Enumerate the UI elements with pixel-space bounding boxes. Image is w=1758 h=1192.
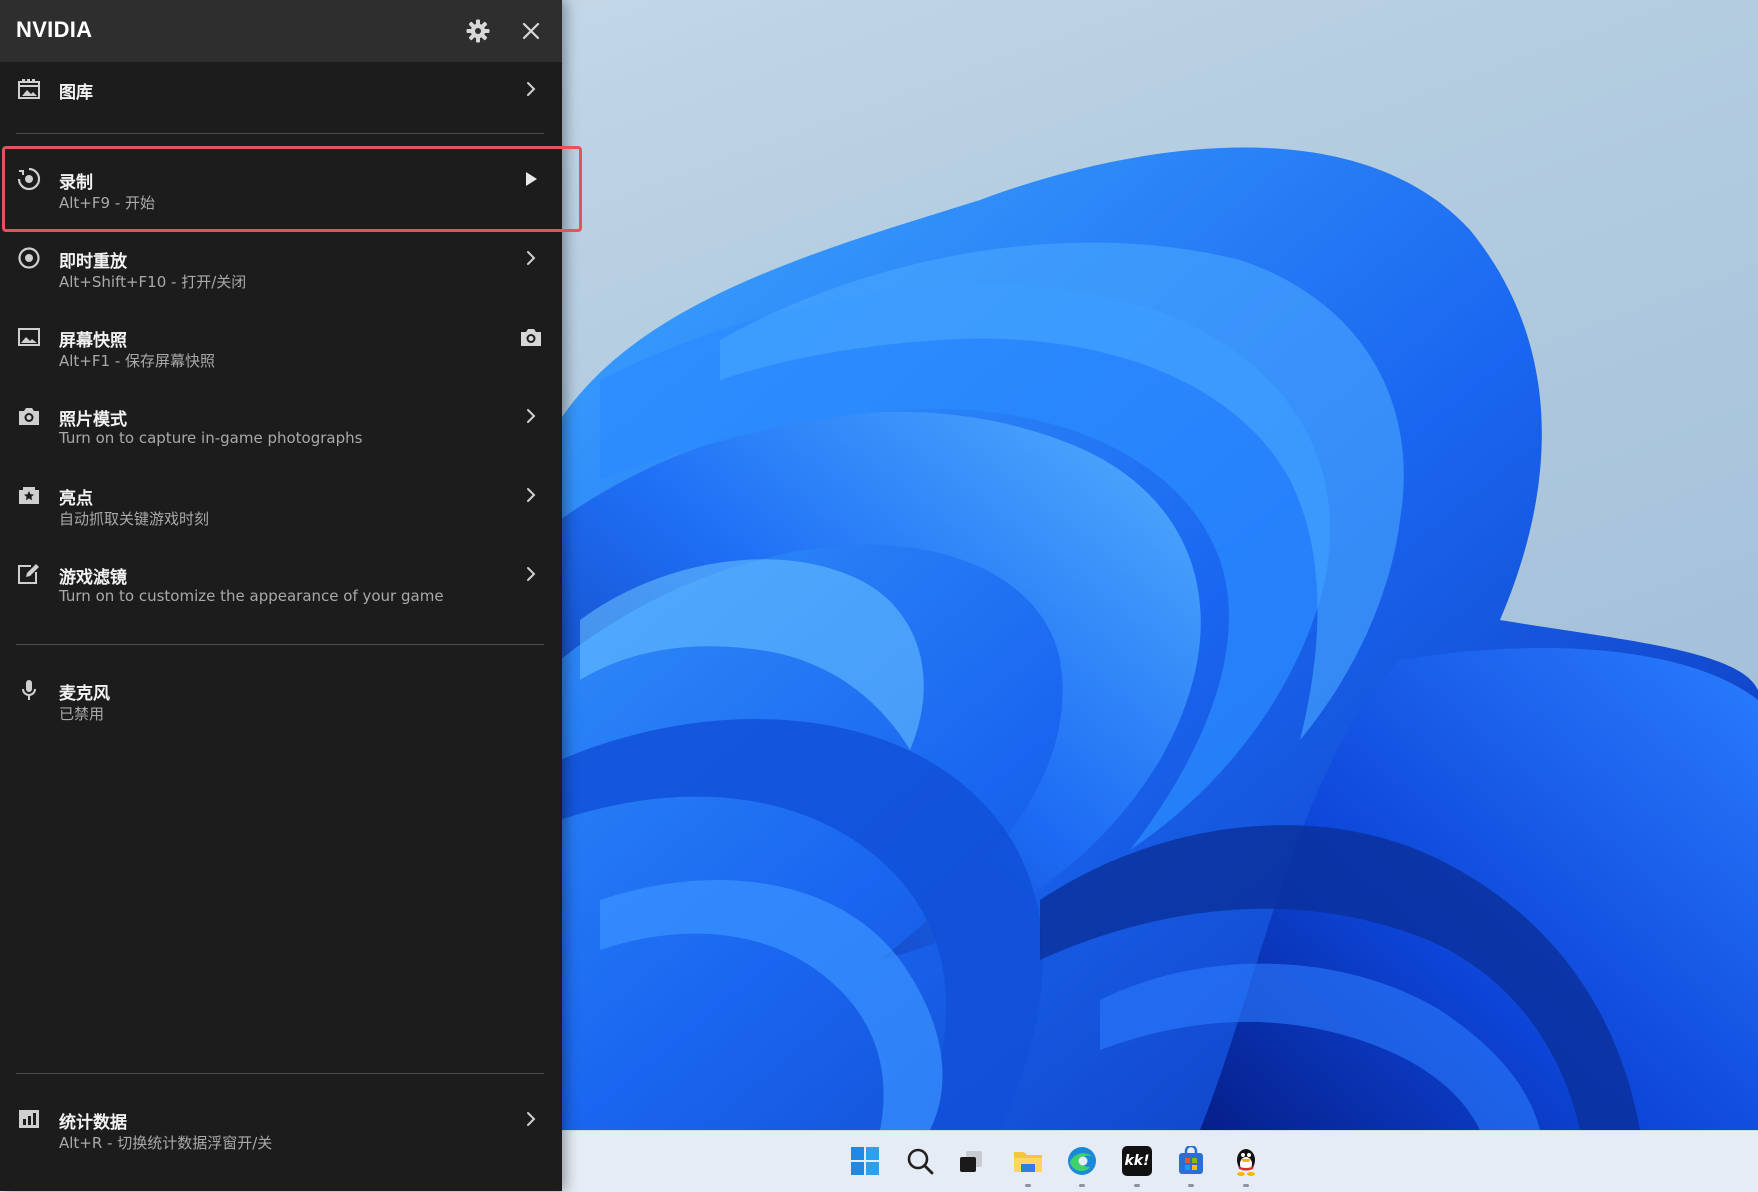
menu-item-subtitle: Alt+F1 - 保存屏幕快照: [59, 352, 215, 370]
qq-penguin-icon: [1237, 1149, 1255, 1176]
menu-item-title: 屏幕快照: [59, 331, 127, 351]
image-icon: [16, 324, 42, 350]
kk-icon: kk!: [1122, 1146, 1152, 1176]
menu-item-title: 游戏滤镜: [59, 568, 127, 588]
menu-item-subtitle: 自动抓取关键游戏时刻: [59, 510, 210, 528]
running-indicator: [1025, 1184, 1031, 1187]
menu-item-subtitle: Turn on to customize the appearance of y…: [59, 587, 444, 605]
instant-replay-icon: [16, 245, 42, 271]
windows-logo-icon: [851, 1147, 879, 1175]
camera-icon[interactable]: [518, 324, 544, 350]
menu-item-title: 亮点: [59, 489, 93, 509]
task-view-icon: [960, 1151, 982, 1172]
ms-store[interactable]: [1173, 1143, 1209, 1187]
settings-button[interactable]: [462, 15, 494, 47]
search-icon: [907, 1148, 934, 1175]
chevron-right-icon: [518, 245, 544, 271]
record-icon: [16, 166, 42, 192]
divider: [16, 644, 544, 645]
menu-item-subtitle: Alt+Shift+F10 - 打开/关闭: [59, 273, 247, 291]
running-indicator: [1188, 1184, 1194, 1187]
menu-item-title: 统计数据: [59, 1113, 127, 1133]
gear-icon: [466, 19, 490, 43]
store-icon: [1179, 1146, 1203, 1174]
start-button[interactable]: [847, 1143, 883, 1179]
menu-item-highlights[interactable]: 亮点 自动抓取关键游戏时刻: [0, 466, 562, 542]
menu-item-title: 麦克风: [59, 684, 110, 704]
task-view-button[interactable]: [953, 1143, 989, 1179]
menu-item-statistics[interactable]: 统计数据 Alt+R - 切换统计数据浮窗开/关: [0, 1090, 562, 1166]
clapper-star-icon: [16, 482, 42, 508]
running-indicator: [1243, 1184, 1249, 1187]
folder-icon: [1014, 1152, 1042, 1172]
menu-item-screenshot[interactable]: 屏幕快照 Alt+F1 - 保存屏幕快照: [0, 308, 562, 384]
divider: [16, 1073, 544, 1074]
chevron-right-icon: [518, 403, 544, 429]
camera-icon: [16, 403, 42, 429]
edge-browser[interactable]: [1064, 1143, 1100, 1187]
menu-item-title: 录制: [59, 173, 93, 193]
menu-item-record[interactable]: 录制 Alt+F9 - 开始: [0, 150, 562, 226]
filter-edit-icon: [16, 561, 42, 587]
file-explorer[interactable]: [1010, 1143, 1046, 1187]
menu-item-subtitle: Alt+R - 切换统计数据浮窗开/关: [59, 1134, 273, 1152]
chevron-right-icon: [518, 76, 544, 102]
bar-chart-icon: [16, 1106, 42, 1132]
menu-item-gallery[interactable]: 图库: [0, 62, 562, 132]
menu-item-instant-replay[interactable]: 即时重放 Alt+Shift+F10 - 打开/关闭: [0, 229, 562, 305]
menu-item-photo-mode[interactable]: 照片模式 Turn on to capture in-game photogra…: [0, 387, 562, 463]
panel-header: NVIDIA: [0, 0, 562, 62]
search-button[interactable]: [902, 1143, 938, 1179]
running-indicator: [1134, 1184, 1140, 1187]
close-button[interactable]: [515, 15, 547, 47]
menu-item-title: 图库: [59, 83, 93, 103]
chevron-right-icon: [518, 482, 544, 508]
menu-item-microphone[interactable]: 麦克风 已禁用: [0, 661, 562, 737]
running-indicator: [1079, 1184, 1085, 1187]
divider: [16, 133, 544, 134]
play-icon[interactable]: [518, 166, 544, 192]
menu-item-game-filter[interactable]: 游戏滤镜 Turn on to customize the appearance…: [0, 545, 562, 621]
chevron-right-icon: [518, 1106, 544, 1132]
menu-item-subtitle: Turn on to capture in-game photographs: [59, 429, 363, 447]
kk-app[interactable]: kk!: [1119, 1143, 1155, 1187]
menu-item-subtitle: 已禁用: [59, 705, 105, 723]
qq-app[interactable]: [1228, 1143, 1264, 1187]
edge-icon: [1068, 1147, 1096, 1175]
menu-item-title: 即时重放: [59, 252, 127, 272]
close-icon: [522, 22, 540, 40]
menu-item-subtitle: Alt+F9 - 开始: [59, 194, 155, 212]
gallery-icon: [16, 76, 42, 102]
chevron-right-icon: [518, 561, 544, 587]
brand-title: NVIDIA: [16, 17, 93, 42]
menu-item-title: 照片模式: [59, 410, 127, 430]
microphone-icon: [16, 677, 42, 703]
nvidia-overlay-panel: NVIDIA 图库 录制 Alt+F9 - 开始 即时重放 Alt+Shift+…: [0, 0, 582, 1191]
